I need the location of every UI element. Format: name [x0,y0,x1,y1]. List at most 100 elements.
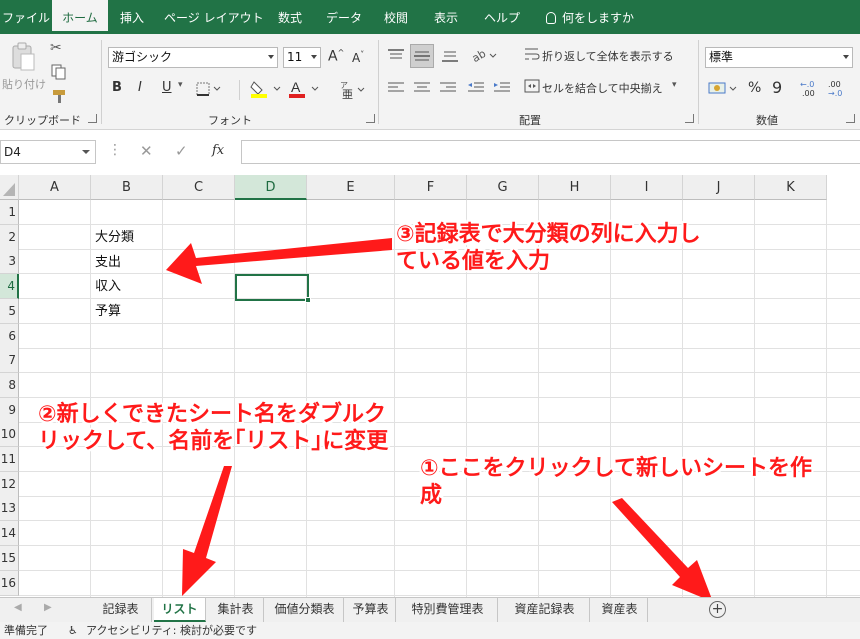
copy-icon[interactable] [50,64,68,83]
fill-color-icon[interactable] [250,79,284,102]
row-header[interactable]: 8 [0,372,19,398]
border-icon[interactable] [196,82,222,99]
row-header[interactable]: 3 [0,249,19,275]
bold-button[interactable]: B [112,80,122,95]
sheet-tab[interactable]: 特別費管理表 [398,598,498,622]
cell-B3[interactable]: 支出 [95,251,235,275]
italic-button[interactable]: I [138,80,142,95]
paste-icon[interactable] [10,42,36,72]
number-format-select[interactable]: 標準 [705,47,853,68]
select-all-corner[interactable] [0,175,19,200]
tab-review[interactable]: 校閲 [376,0,416,34]
wrap-text-button[interactable]: 折り返して全体を表示する [542,48,674,64]
phonetic-guide-icon[interactable]: ア亜 [338,78,368,103]
column-header[interactable]: E [307,175,395,200]
tab-file[interactable]: ファイル [0,0,52,34]
number-launcher-icon[interactable] [846,114,855,123]
align-bottom-icon[interactable] [440,48,460,67]
column-header[interactable]: F [395,175,467,200]
font-launcher-icon[interactable] [366,114,375,123]
name-box[interactable]: D4 [0,140,96,164]
accessibility-status[interactable]: アクセシビリティ: 検討が必要です [86,622,257,639]
underline-button[interactable]: U [162,80,172,95]
column-header[interactable]: K [755,175,827,200]
align-top-icon[interactable] [386,48,406,67]
row-header[interactable]: 13 [0,496,19,522]
sheet-tab[interactable]: 予算表 [346,598,396,622]
active-cell-D4[interactable] [235,274,311,303]
tab-view[interactable]: 表示 [426,0,466,34]
decrease-decimal-icon[interactable]: .00 →.0 [828,78,852,101]
row-header[interactable]: 2 [0,224,19,250]
sheet-tab[interactable]: 集計表 [208,598,264,622]
cell-B4[interactable]: 収入 [95,275,235,299]
cut-icon[interactable]: ✂ [50,40,62,56]
enter-check-icon[interactable]: ✓ [175,142,188,160]
column-header[interactable]: I [611,175,683,200]
increase-decimal-icon[interactable]: ←.0.00 [800,78,822,101]
row-header[interactable]: 7 [0,348,19,374]
comma-style-button[interactable]: 9 [772,78,782,97]
tell-me-search[interactable]: 何をしますか [540,0,640,34]
decrease-font-size-icon[interactable]: A˅ [352,50,364,65]
align-middle-icon[interactable] [410,44,434,68]
decrease-indent-icon[interactable] [466,80,486,99]
column-header[interactable]: G [467,175,539,200]
chevron-down-icon[interactable]: ▾ [178,80,183,90]
row-header[interactable]: 11 [0,447,19,472]
sheet-tab[interactable]: リスト [154,598,206,622]
font-name-select[interactable]: 游ゴシック [108,47,278,68]
alignment-launcher-icon[interactable] [685,114,694,123]
orientation-icon[interactable]: ab [470,46,500,67]
column-header[interactable]: B [91,175,163,200]
format-painter-icon[interactable] [50,88,68,107]
row-header[interactable]: 12 [0,471,19,497]
row-header[interactable]: 14 [0,521,19,547]
align-right-icon[interactable] [438,80,458,99]
row-header[interactable]: 15 [0,545,19,571]
align-center-icon[interactable] [412,80,432,99]
sheet-tab[interactable]: 記録表 [90,598,152,622]
scroll-left-icon[interactable]: ◀ [14,602,22,613]
paste-button[interactable]: 貼り付け [2,76,46,92]
column-header[interactable]: A [19,175,91,200]
column-header[interactable]: D [235,175,307,200]
cell-B5[interactable]: 予算 [95,300,235,324]
merge-center-button[interactable]: セルを結合して中央揃え [542,80,663,96]
sheet-tab[interactable]: 資産表 [592,598,648,622]
scroll-right-icon[interactable]: ▶ [44,602,52,613]
increase-indent-icon[interactable] [492,80,512,99]
row-header[interactable]: 6 [0,323,19,349]
row-header[interactable]: 9 [0,397,19,423]
formula-input[interactable] [241,140,860,164]
clipboard-launcher-icon[interactable] [88,114,97,123]
row-header[interactable]: 1 [0,200,19,225]
column-header[interactable]: C [163,175,235,200]
fill-handle[interactable] [305,297,311,303]
accessibility-icon[interactable]: ♿ [68,622,78,639]
tab-formulas[interactable]: 数式 [270,0,310,34]
cancel-icon[interactable]: ✕ [140,142,153,160]
percent-button[interactable]: % [748,80,761,96]
sheet-tab[interactable]: 価値分類表 [266,598,344,622]
new-sheet-button[interactable]: + [709,601,726,618]
align-left-icon[interactable] [386,80,406,99]
tab-data[interactable]: データ [322,0,366,34]
tab-insert[interactable]: 挿入 [112,0,152,34]
column-header[interactable]: J [683,175,755,200]
cell-B2[interactable]: 大分類 [95,226,235,250]
tab-help[interactable]: ヘルプ [478,0,526,34]
tab-home[interactable]: ホーム [52,0,108,34]
row-header[interactable]: 5 [0,298,19,324]
merge-center-icon[interactable] [524,78,540,97]
wrap-text-icon[interactable] [524,46,540,65]
column-header[interactable]: H [539,175,611,200]
tab-page-layout[interactable]: ページ レイアウト [164,0,264,34]
increase-font-size-icon[interactable]: A^ [328,48,344,65]
chevron-down-icon[interactable]: ▾ [672,80,677,90]
row-header[interactable]: 10 [0,422,19,448]
row-header[interactable]: 16 [0,570,19,596]
font-size-select[interactable]: 11 [283,47,321,68]
font-color-icon[interactable]: A [288,79,322,102]
sheet-tab[interactable]: 資産記録表 [500,598,590,622]
